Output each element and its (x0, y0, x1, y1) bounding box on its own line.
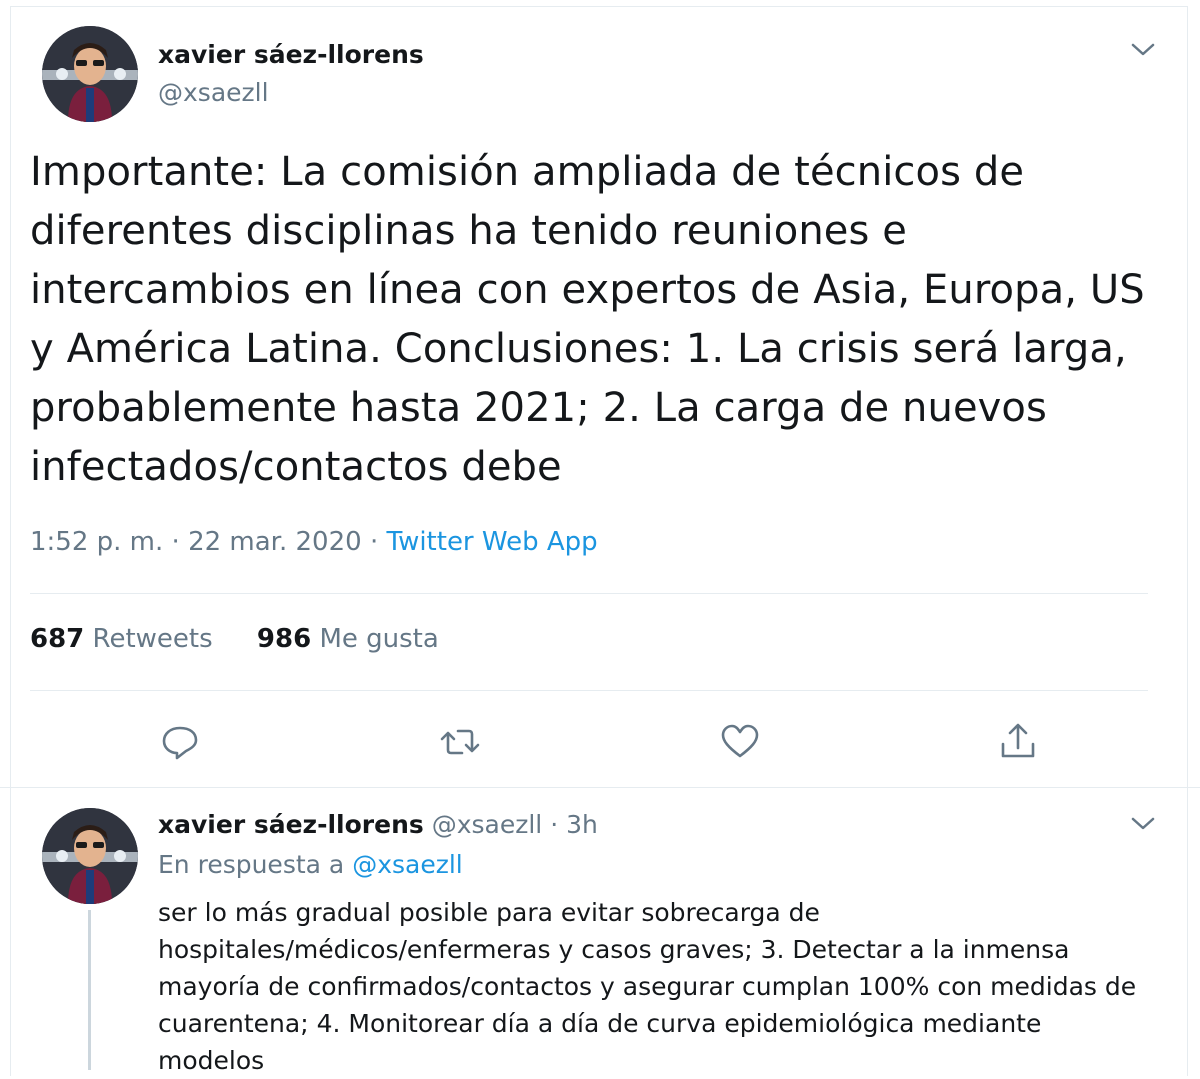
tweet-stats: 687 Retweets 986 Me gusta (30, 624, 475, 654)
tweet-separator (0, 787, 1200, 788)
replying-to-label: En respuesta a (158, 850, 345, 879)
heart-icon[interactable] (718, 720, 762, 764)
likes-label: Me gusta (319, 624, 439, 654)
replying-to: En respuesta a @xsaezll (158, 850, 463, 879)
retweets-count: 687 (30, 624, 85, 654)
avatar-image (42, 808, 138, 904)
retweet-icon[interactable] (438, 720, 482, 764)
author-name[interactable]: xavier sáez-llorens (158, 40, 424, 69)
tweet-timestamp[interactable]: 1:52 p. m. · 22 mar. 2020 · (30, 527, 386, 557)
reply-author-avatar[interactable] (42, 808, 138, 904)
reply-header: xavier sáez-llorens @xsaezll · 3h (158, 810, 598, 839)
chevron-down-icon[interactable] (1128, 38, 1158, 60)
tweet-source-link[interactable]: Twitter Web App (386, 527, 597, 557)
share-icon[interactable] (996, 720, 1040, 764)
reply-icon[interactable] (158, 720, 202, 764)
tweet-text: Importante: La comisión ampliada de técn… (30, 149, 1145, 490)
replying-to-handle[interactable]: @xsaezll (352, 850, 463, 879)
likes-stat[interactable]: 986 Me gusta (257, 624, 439, 654)
avatar-image (42, 26, 138, 122)
divider (30, 690, 1148, 691)
likes-count: 986 (256, 624, 312, 654)
retweets-stat[interactable]: 687 Retweets (30, 624, 213, 654)
reply-author-name[interactable]: xavier sáez-llorens (158, 810, 424, 839)
reply-text: ser lo más gradual posible para evitar s… (158, 898, 1137, 1075)
retweets-label: Retweets (92, 624, 213, 654)
chevron-down-icon[interactable] (1128, 812, 1158, 834)
divider (30, 593, 1148, 594)
thread-line (88, 910, 91, 1070)
reply-meta[interactable]: @xsaezll · 3h (432, 810, 598, 839)
author-handle[interactable]: @xsaezll (158, 78, 269, 107)
author-avatar[interactable] (42, 26, 138, 122)
tweet-meta: 1:52 p. m. · 22 mar. 2020 · Twitter Web … (30, 527, 598, 557)
